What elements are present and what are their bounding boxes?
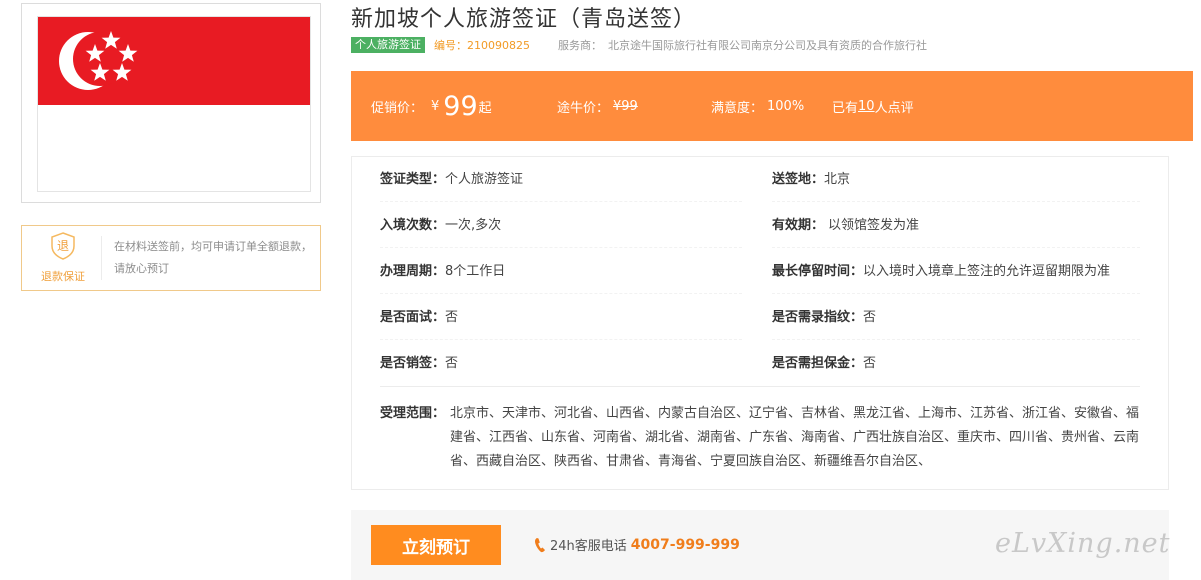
reviews-prefix: 已有 — [832, 100, 859, 116]
divider — [101, 236, 102, 280]
refund-badge: 退 退款保证 — [34, 232, 92, 284]
promo-price-group: 促销价： ¥ 99 起 — [371, 71, 492, 141]
entries-row: 入境次数：一次,多次 — [380, 215, 501, 237]
service-hotline: 24h客服电话 4007-999-999 — [534, 535, 740, 554]
fingerprint-row: 是否需录指纹：否 — [772, 307, 876, 329]
tuniu-price-label: 途牛价： — [557, 100, 610, 116]
product-code: 210090825 — [467, 38, 530, 52]
row-divider — [772, 293, 1140, 294]
shield-icon: 退 — [51, 232, 75, 260]
refund-badge-char: 退 — [57, 239, 69, 253]
cancel-label: 是否销签： — [380, 356, 446, 371]
scope-label: 受理范围： — [380, 406, 446, 421]
code-label: 编号： — [434, 39, 467, 52]
currency-symbol: ¥ — [431, 98, 440, 114]
visa-type-value: 个人旅游签证 — [445, 172, 524, 187]
cancel-value: 否 — [445, 356, 459, 371]
max-stay-label: 最长停留时间： — [772, 264, 864, 279]
hotline-label: 24h客服电话 — [550, 539, 627, 554]
row-divider — [772, 339, 1140, 340]
reviews-count[interactable]: 10 — [858, 99, 875, 114]
row-divider — [380, 339, 742, 340]
validity-value: 以领馆签发为准 — [828, 218, 920, 233]
hotline-number: 4007-999-999 — [630, 536, 740, 553]
refund-badge-label: 退款保证 — [41, 270, 85, 283]
entries-value: 一次,多次 — [445, 218, 502, 233]
row-divider — [380, 247, 742, 248]
processing-row: 办理周期：8个工作日 — [380, 261, 505, 283]
price-bar: 促销价： ¥ 99 起 途牛价： ¥99 满意度： 100% 已有 10 人点评 — [351, 71, 1193, 141]
section-divider — [380, 386, 1140, 387]
phone-icon — [535, 537, 545, 552]
submit-place-label: 送签地： — [772, 172, 825, 187]
visa-type-label: 签证类型： — [380, 172, 446, 187]
validity-label: 有效期： — [772, 218, 825, 233]
row-divider — [772, 201, 1140, 202]
singapore-flag-image — [37, 16, 311, 192]
crescent-stars-icon — [59, 31, 138, 90]
book-now-button[interactable]: 立刻预订 — [371, 525, 501, 565]
promo-price: 99 — [443, 90, 478, 122]
max-stay-row: 最长停留时间：以入境时入境章上签注的允许逗留期限为准 — [772, 261, 1110, 283]
page-title: 新加坡个人旅游签证（青岛送签） — [351, 7, 697, 32]
row-divider — [380, 201, 742, 202]
max-stay-value: 以入境时入境章上签注的允许逗留期限为准 — [863, 264, 1111, 279]
processing-value: 8个工作日 — [445, 264, 506, 279]
visa-details-panel: 签证类型：个人旅游签证 送签地：北京 入境次数：一次,多次 有效期： 以领馆签发为… — [351, 156, 1169, 490]
satisfaction-value: 100% — [767, 98, 805, 114]
deposit-row: 是否需担保金：否 — [772, 353, 876, 375]
fingerprint-value: 否 — [863, 310, 877, 325]
promo-price-suffix: 起 — [478, 100, 492, 116]
processing-label: 办理周期： — [380, 264, 446, 279]
row-divider — [380, 293, 742, 294]
satisfaction-label: 满意度： — [711, 100, 764, 116]
deposit-value: 否 — [863, 356, 877, 371]
validity-row: 有效期： 以领馆签发为准 — [772, 215, 919, 237]
cancel-row: 是否销签：否 — [380, 353, 458, 375]
satisfaction-group: 满意度： 100% — [711, 71, 804, 141]
acceptance-scope: 受理范围： 北京市、天津市、河北省、山西省、内蒙古自治区、辽宁省、吉林省、黑龙江… — [380, 402, 1144, 474]
scope-value: 北京市、天津市、河北省、山西省、内蒙古自治区、辽宁省、吉林省、黑龙江省、上海市、… — [450, 406, 1140, 469]
visa-type-row: 签证类型：个人旅游签证 — [380, 169, 523, 191]
visa-type-tag: 个人旅游签证 — [351, 37, 425, 53]
interview-value: 否 — [445, 310, 459, 325]
promo-price-label: 促销价： — [371, 100, 424, 116]
submit-place-value: 北京 — [824, 172, 851, 187]
refund-guarantee-box: 退 退款保证 在材料送签前，均可申请订单全额退款，请放心预订 — [21, 225, 321, 291]
fingerprint-label: 是否需录指纹： — [772, 310, 864, 325]
product-meta: 个人旅游签证 编号： 210090825 服务商： 北京途牛国际旅行社有限公司南… — [351, 37, 927, 53]
reviews-link[interactable]: 已有 10 人点评 — [832, 71, 914, 141]
row-divider — [772, 247, 1140, 248]
tuniu-price-group: 途牛价： ¥99 — [557, 71, 638, 141]
interview-row: 是否面试：否 — [380, 307, 458, 329]
product-image-frame — [21, 3, 321, 203]
entries-label: 入境次数： — [380, 218, 446, 233]
provider-label: 服务商： — [558, 39, 602, 52]
deposit-label: 是否需担保金： — [772, 356, 864, 371]
tuniu-price: ¥99 — [613, 98, 638, 114]
interview-label: 是否面试： — [380, 310, 446, 325]
watermark: eLvXing.net — [995, 528, 1171, 559]
refund-guarantee-text: 在材料送签前，均可申请订单全额退款，请放心预订 — [114, 240, 312, 275]
provider-name: 北京途牛国际旅行社有限公司南京分公司及具有资质的合作旅行社 — [608, 39, 927, 52]
reviews-suffix: 人点评 — [874, 100, 914, 116]
submit-place-row: 送签地：北京 — [772, 169, 850, 191]
